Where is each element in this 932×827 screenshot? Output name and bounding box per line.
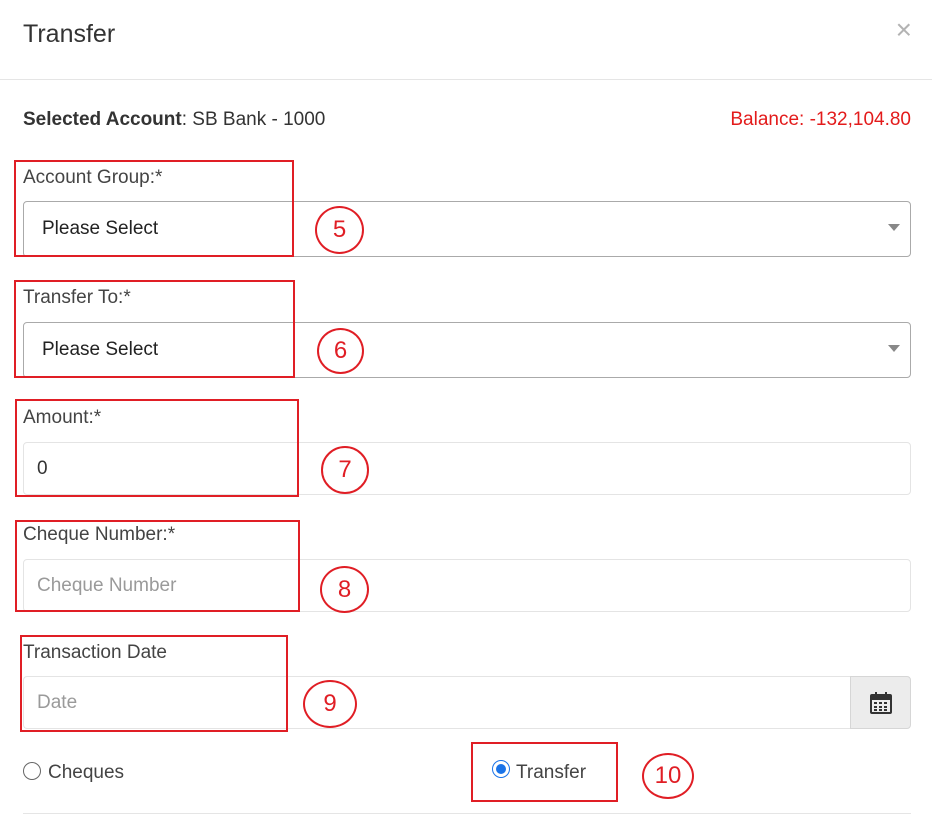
modal-header: Transfer × (0, 0, 932, 80)
radio-cheques-circle[interactable] (23, 762, 41, 780)
transfer-modal: Transfer × Selected Account: SB Bank - 1… (0, 0, 932, 827)
selected-account-label: Selected Account (23, 109, 182, 130)
annotation-box-10 (471, 742, 618, 802)
annotation-number-9: 9 (303, 680, 357, 728)
annotation-box-7 (15, 399, 299, 497)
calendar-button[interactable] (850, 676, 911, 729)
close-icon[interactable]: × (896, 16, 912, 44)
annotation-number-5: 5 (315, 206, 364, 254)
modal-title: Transfer (23, 20, 116, 48)
annotation-box-9 (20, 635, 288, 732)
annotation-number-10: 10 (642, 753, 694, 799)
annotation-number-7: 7 (321, 446, 369, 494)
annotation-number-8: 8 (320, 566, 369, 613)
selected-account: Selected Account: SB Bank - 1000 (23, 109, 325, 131)
balance-text: Balance: -132,104.80 (730, 109, 911, 130)
radio-cheques[interactable]: Cheques (23, 762, 223, 786)
selected-account-value: : SB Bank - 1000 (181, 109, 326, 130)
annotation-box-8 (15, 520, 300, 612)
calendar-icon (870, 692, 892, 714)
annotation-box-5 (14, 160, 294, 257)
annotation-number-6: 6 (317, 328, 364, 374)
radio-cheques-label: Cheques (48, 762, 125, 783)
divider (23, 813, 911, 814)
caret-down-icon (888, 345, 900, 352)
caret-down-icon (888, 224, 900, 231)
annotation-box-6 (14, 280, 295, 378)
